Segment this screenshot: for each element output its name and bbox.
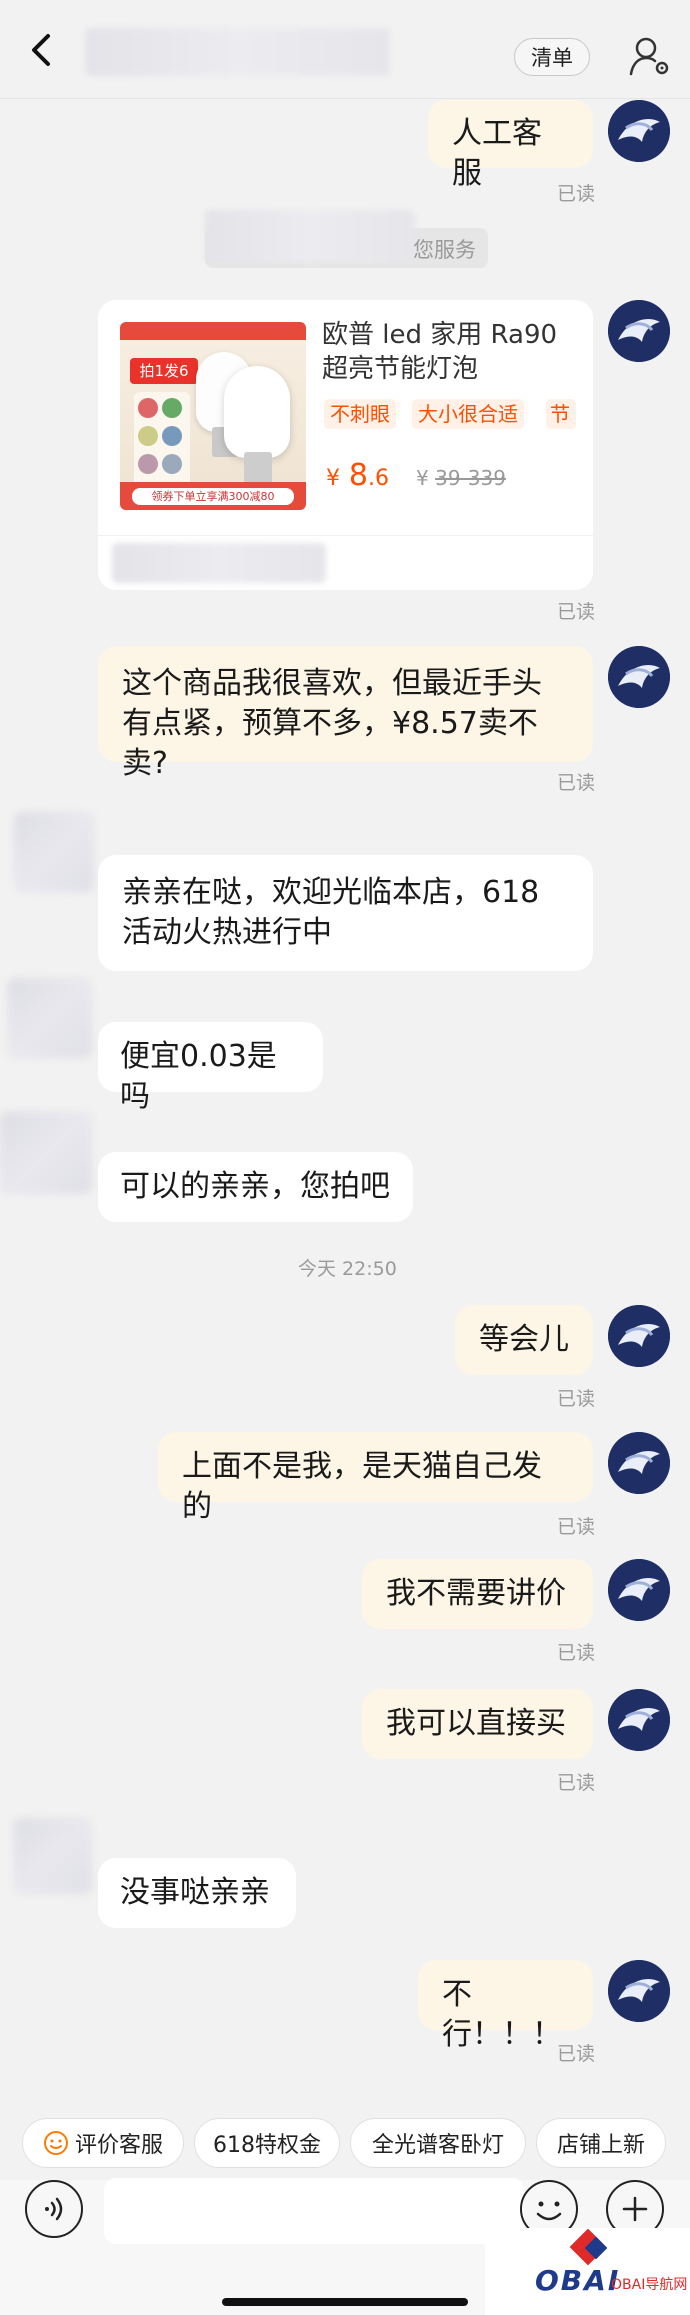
my-avatar[interactable]: [608, 1960, 670, 2022]
read-status: 已读: [557, 1642, 596, 1664]
my-avatar[interactable]: [608, 100, 670, 162]
product-price: ¥ 8.6: [326, 458, 389, 493]
product-title[interactable]: 欧普 led 家用 Ra90 超亮节能灯泡 e14e…: [322, 318, 572, 386]
my-message: 不行！！！: [418, 1960, 593, 2052]
list-button[interactable]: 清单: [514, 38, 590, 76]
quick-reply-rate-service[interactable]: 评价客服: [22, 2118, 184, 2168]
home-indicator: [222, 2298, 468, 2306]
my-message: 等会儿: [455, 1305, 593, 1375]
my-avatar[interactable]: [608, 300, 670, 362]
my-message: 我不需要讲价: [362, 1559, 593, 1629]
quick-reply-618[interactable]: 618特权金: [194, 2118, 340, 2168]
read-status: 已读: [557, 772, 596, 794]
read-status: 已读: [557, 1388, 596, 1410]
my-avatar[interactable]: [608, 1689, 670, 1751]
quick-reply-new-arrivals[interactable]: 店铺上新: [536, 2118, 666, 2168]
timestamp: 今天 22:50: [298, 1258, 397, 1280]
read-status: 已读: [557, 2043, 596, 2065]
read-status: 已读: [557, 601, 596, 623]
seller-avatar[interactable]: [14, 812, 94, 892]
my-message: 上面不是我，是天猫自己发的: [158, 1432, 593, 1524]
seller-avatar[interactable]: [14, 1818, 92, 1894]
card-divider: [98, 535, 593, 536]
my-avatar[interactable]: [608, 1305, 670, 1367]
quick-reply-lamp[interactable]: 全光谱客卧灯: [350, 2118, 526, 2168]
chat-title: [85, 28, 390, 76]
back-icon[interactable]: [22, 30, 62, 70]
message-input[interactable]: [104, 2178, 524, 2244]
product-tag: 不刺眼: [324, 399, 396, 429]
seller-avatar[interactable]: [8, 978, 92, 1058]
system-notice: 您服务: [205, 210, 488, 268]
seller-message: 可以的亲亲，您拍吧: [98, 1152, 413, 1222]
seller-message: 没事哒亲亲: [98, 1858, 296, 1928]
my-message: 人工客服: [428, 100, 593, 191]
watermark-logo: OBAI OBAI导航网: [485, 2228, 690, 2315]
smile-icon: [43, 2130, 69, 2156]
read-status: 已读: [557, 183, 596, 205]
product-image[interactable]: 拍1发6 领券下单立享满300减80: [120, 322, 306, 510]
product-card[interactable]: 拍1发6 领券下单立享满300减80 欧普 led 家用 Ra90 超亮节能灯泡…: [98, 300, 593, 590]
my-avatar[interactable]: [608, 646, 670, 708]
product-tag: 大小很合适: [412, 399, 524, 429]
seller-avatar[interactable]: [0, 1112, 92, 1194]
voice-icon[interactable]: [25, 2180, 83, 2238]
my-avatar[interactable]: [608, 1559, 670, 1621]
shop-info: [112, 543, 326, 583]
seller-message: 便宜0.03是吗: [98, 1022, 323, 1114]
my-message: 我可以直接买: [362, 1689, 593, 1759]
user-settings-icon[interactable]: [628, 34, 672, 78]
my-avatar[interactable]: [608, 1432, 670, 1494]
read-status: 已读: [557, 1772, 596, 1794]
product-original-price: ¥ 39-339: [416, 466, 506, 490]
product-tag: 节: [546, 399, 576, 429]
my-message: 这个商品我很喜欢，但最近手头有点紧，预算不多，¥8.57卖不卖?: [98, 646, 593, 781]
seller-message: 亲亲在哒，欢迎光临本店，618活动火热进行中: [98, 855, 593, 971]
read-status: 已读: [557, 1516, 596, 1538]
